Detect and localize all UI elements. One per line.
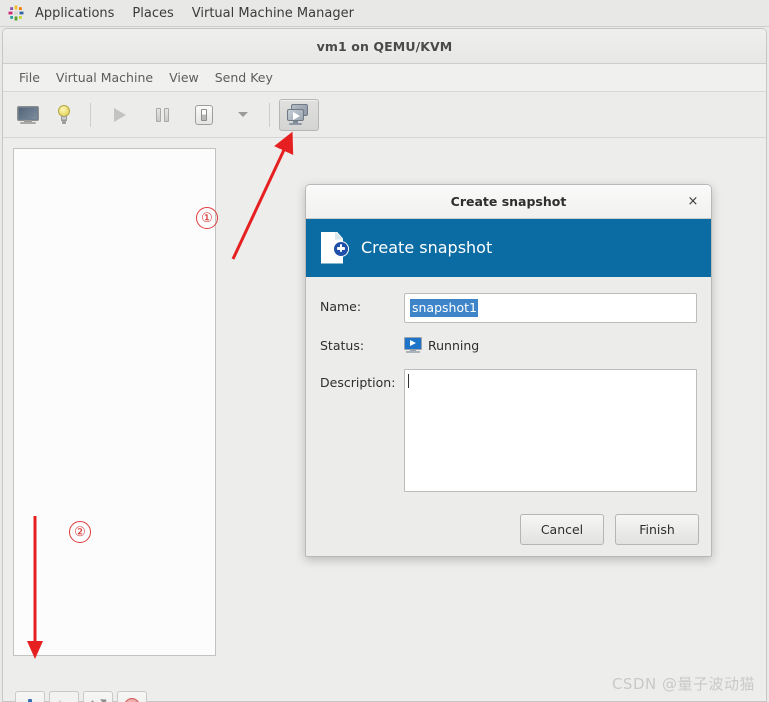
- dialog-action-buttons: Cancel Finish: [520, 514, 699, 545]
- screen-root: Applications Places Virtual Machine Mana…: [0, 0, 769, 702]
- lightbulb-icon: [56, 104, 72, 125]
- dialog-titlebar: Create snapshot ×: [306, 185, 711, 219]
- show-details-button[interactable]: [47, 99, 81, 131]
- play-icon: [114, 107, 126, 122]
- monitor-icon: [17, 105, 39, 124]
- shutdown-button[interactable]: [184, 99, 224, 131]
- status-label: Status:: [320, 338, 365, 353]
- status-row: Status: Running: [320, 332, 697, 360]
- add-snapshot-button[interactable]: [15, 691, 45, 702]
- cancel-button[interactable]: Cancel: [520, 514, 604, 545]
- window-title: vm1 on QEMU/KVM: [316, 38, 453, 54]
- name-label: Name:: [320, 299, 362, 314]
- description-label: Description:: [320, 375, 396, 390]
- dialog-body: Name: snapshot1 Status: Running Descript…: [306, 277, 711, 557]
- annotation-1-label: ①: [196, 207, 218, 229]
- description-row: Description:: [320, 369, 697, 492]
- status-value-group: Running: [404, 332, 479, 358]
- snapshot-list-toolbar: ✕: [15, 691, 147, 702]
- menu-virtual-machine[interactable]: Virtual Machine: [48, 64, 161, 92]
- revert-snapshot-button[interactable]: [83, 691, 113, 702]
- snapshots-icon: [287, 104, 311, 125]
- snapshots-button[interactable]: [279, 98, 319, 131]
- toolbar-separator-2: [269, 102, 270, 127]
- watermark: CSDN @量子波动猫: [611, 675, 755, 693]
- gnome-menu-virtual-machine-manager[interactable]: Virtual Machine Manager: [183, 0, 363, 27]
- annotation-2-label: ②: [69, 521, 91, 543]
- dialog-banner: Create snapshot: [306, 219, 711, 277]
- text-caret: [408, 374, 409, 388]
- toolbar: [3, 92, 766, 138]
- menu-send-key[interactable]: Send Key: [207, 64, 281, 92]
- gnome-menu-applications[interactable]: Applications: [26, 0, 123, 27]
- window-titlebar: vm1 on QEMU/KVM: [3, 29, 766, 64]
- vm-running-icon: [404, 337, 422, 353]
- menu-view[interactable]: View: [161, 64, 207, 92]
- toolbar-separator-1: [90, 102, 91, 127]
- pause-button[interactable]: [142, 99, 182, 131]
- snapshot-list[interactable]: [13, 148, 216, 656]
- power-icon: [195, 104, 213, 125]
- new-document-icon: [321, 231, 349, 264]
- pause-icon: [155, 107, 169, 122]
- menu-file[interactable]: File: [11, 64, 48, 92]
- show-console-button[interactable]: [11, 99, 45, 131]
- shutdown-menu-button[interactable]: [226, 99, 260, 131]
- chevron-down-icon: [238, 112, 248, 117]
- status-value: Running: [428, 337, 480, 353]
- description-input[interactable]: [404, 369, 697, 492]
- run-snapshot-button[interactable]: [49, 691, 79, 702]
- name-row: Name: snapshot1: [320, 293, 697, 323]
- applications-pinwheel-icon[interactable]: [8, 5, 24, 21]
- gnome-menu-places[interactable]: Places: [123, 0, 182, 27]
- delete-snapshot-button[interactable]: ✕: [117, 691, 147, 702]
- name-input[interactable]: snapshot1: [404, 293, 697, 323]
- revert-icon: [90, 696, 109, 702]
- gnome-top-bar: Applications Places Virtual Machine Mana…: [0, 0, 769, 27]
- dialog-banner-title: Create snapshot: [361, 238, 493, 257]
- create-snapshot-dialog: Create snapshot × Create snapshot Name: …: [305, 184, 712, 557]
- name-input-value: snapshot1: [410, 299, 478, 317]
- menubar: File Virtual Machine View Send Key: [3, 64, 766, 92]
- run-button[interactable]: [100, 99, 140, 131]
- close-icon[interactable]: ×: [685, 194, 701, 210]
- delete-circle-icon: ✕: [124, 698, 140, 702]
- finish-button[interactable]: Finish: [615, 514, 699, 545]
- dialog-title: Create snapshot: [450, 194, 567, 209]
